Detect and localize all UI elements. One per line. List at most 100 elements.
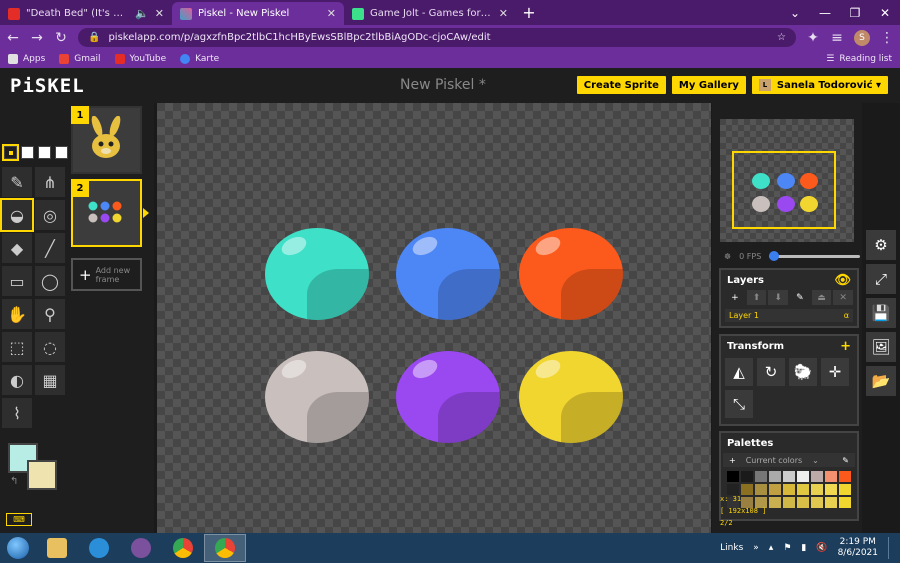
bookmark-star-icon[interactable]: ☆ [777,32,786,43]
bookmark-gmail[interactable]: Gmail [59,54,101,64]
paint-same-color-tool-icon[interactable]: ◎ [35,200,65,230]
show-desktop-button[interactable] [888,537,894,559]
shape-selection-tool-icon[interactable]: ⚲ [35,299,65,329]
palette-swatch[interactable] [769,471,781,482]
network-icon[interactable]: ▮ [801,543,806,553]
palette-swatch[interactable] [825,484,837,495]
add-transform-icon[interactable]: + [840,339,851,354]
palette-swatch[interactable] [811,484,823,495]
dithering-tool-icon[interactable]: ▦ [35,365,65,395]
palette-swatch[interactable] [783,497,795,508]
start-button[interactable] [0,534,36,562]
lighten-tool-icon[interactable]: ◐ [2,365,32,395]
maximize-icon[interactable]: ❐ [840,6,870,20]
tray-arrow-icon[interactable]: ▴ [769,543,774,553]
palette-swatch[interactable] [797,497,809,508]
palette-swatch[interactable] [811,497,823,508]
profile-avatar[interactable]: S [854,29,870,46]
export-image-icon[interactable]: 🖼 [866,332,896,362]
file-explorer-taskbar-button[interactable] [36,534,78,562]
circle-tool-icon[interactable]: ◯ [35,266,65,296]
pen-size-3[interactable] [38,146,51,159]
rectangle-tool-icon[interactable]: ▭ [2,266,32,296]
minimize-icon[interactable]: — [810,6,840,20]
palette-swatch[interactable] [825,471,837,482]
add-palette-icon[interactable]: + [729,456,736,465]
palette-select[interactable]: Current colors [746,456,802,465]
onion-skin-icon[interactable]: ☸ [724,252,731,261]
eraser-tool-icon[interactable]: ◆ [2,233,32,263]
toggle-layer-preview-eye-icon[interactable]: 👁 [834,273,851,288]
back-icon[interactable]: ← [6,30,20,46]
url-input[interactable]: 🔒 piskelapp.com/p/agxzfnBpc2tlbC1hcHByEw… [78,28,796,47]
tab-search-icon[interactable]: ⌄ [780,6,810,20]
pen-tool-icon[interactable]: ✎ [2,167,32,197]
palette-swatch[interactable] [783,484,795,495]
rotate-icon[interactable]: ↻ [757,358,785,386]
palette-swatch[interactable] [839,497,851,508]
merge-layer-icon[interactable]: ⏏ [811,290,832,305]
settings-gear-icon[interactable]: ⚙ [866,230,896,260]
links-toolbar[interactable]: Links [720,543,743,553]
forward-icon[interactable]: → [30,30,44,46]
speaker-icon[interactable]: 🔈 [135,7,149,20]
close-tab-icon[interactable]: ✕ [499,7,508,20]
pen-size-2[interactable] [21,146,34,159]
move-layer-down-icon[interactable]: ⬇ [768,290,789,305]
palette-swatch[interactable] [741,471,753,482]
secondary-color-swatch[interactable] [27,460,57,490]
edit-layer-icon[interactable]: ✎ [790,290,810,305]
close-tab-icon[interactable]: ✕ [155,7,164,20]
drawing-canvas[interactable] [157,103,711,533]
chrome-profile-taskbar-button[interactable] [204,534,246,562]
reading-list-button[interactable]: ☰ Reading list [826,54,892,64]
stroke-tool-icon[interactable]: ╱ [35,233,65,263]
tray-chevron-icon[interactable]: » [753,543,759,553]
align-center-icon[interactable]: ✛ [821,358,849,386]
close-window-icon[interactable]: ✕ [870,6,900,20]
clone-sheep-icon[interactable]: 🐑 [789,358,817,386]
move-hand-tool-icon[interactable]: ✋ [2,299,32,329]
fps-slider[interactable] [769,250,860,261]
lock-icon[interactable]: 🔒 [88,32,100,43]
new-tab-button[interactable]: + [516,2,542,25]
pen-size-1[interactable] [2,144,19,161]
animation-preview[interactable] [720,119,854,242]
color-picker-tool-icon[interactable]: ⌇ [2,398,32,428]
tab-piskel[interactable]: Piskel - New Piskel ✕ [172,2,344,25]
bookmark-apps[interactable]: Apps [8,54,45,64]
palette-swatch[interactable] [825,497,837,508]
piskel-logo[interactable]: PiSKEL [10,75,85,97]
palette-swatch[interactable] [839,484,851,495]
palette-swatch[interactable] [755,471,767,482]
pen-size-4[interactable] [55,146,68,159]
create-sprite-button[interactable]: Create Sprite [576,76,666,94]
clock[interactable]: 2:19 PM 8/6/2021 [838,537,878,559]
palette-swatch[interactable] [769,497,781,508]
palette-swatch[interactable] [769,484,781,495]
palette-swatch[interactable] [839,471,851,482]
palette-swatch[interactable] [727,471,739,482]
paint-bucket-tool-icon[interactable]: ◒ [0,198,34,232]
layer-alpha[interactable]: α [844,311,849,320]
add-new-frame-button[interactable]: + Add new frame [71,258,142,291]
rectangle-selection-tool-icon[interactable]: ⬚ [2,332,32,362]
palette-swatch[interactable] [797,471,809,482]
chrome-taskbar-button[interactable] [162,534,204,562]
bookmark-karte[interactable]: Karte [180,54,219,64]
tab-youtube[interactable]: "Death Bed" (It's Been So Lon 🔈 ✕ [0,2,172,25]
extensions-icon[interactable]: ✦ [806,30,820,46]
user-menu-button[interactable]: L Sanela Todorović ▾ [751,76,888,94]
add-layer-icon[interactable]: + [725,290,745,305]
menu-icon[interactable]: ⋮ [880,30,894,46]
my-gallery-button[interactable]: My Gallery [671,76,746,94]
palette-swatch[interactable] [797,484,809,495]
tab-gamejolt[interactable]: Game Jolt - Games for the love o ✕ [344,2,516,25]
reload-icon[interactable]: ↻ [54,30,68,46]
viber-taskbar-button[interactable] [120,534,162,562]
resize-icon[interactable]: ⤢ [866,264,896,294]
delete-layer-icon[interactable]: ✕ [833,290,854,305]
save-icon[interactable]: 💾 [866,298,896,328]
fps-slider-handle[interactable] [769,250,780,261]
palette-swatch[interactable] [811,471,823,482]
